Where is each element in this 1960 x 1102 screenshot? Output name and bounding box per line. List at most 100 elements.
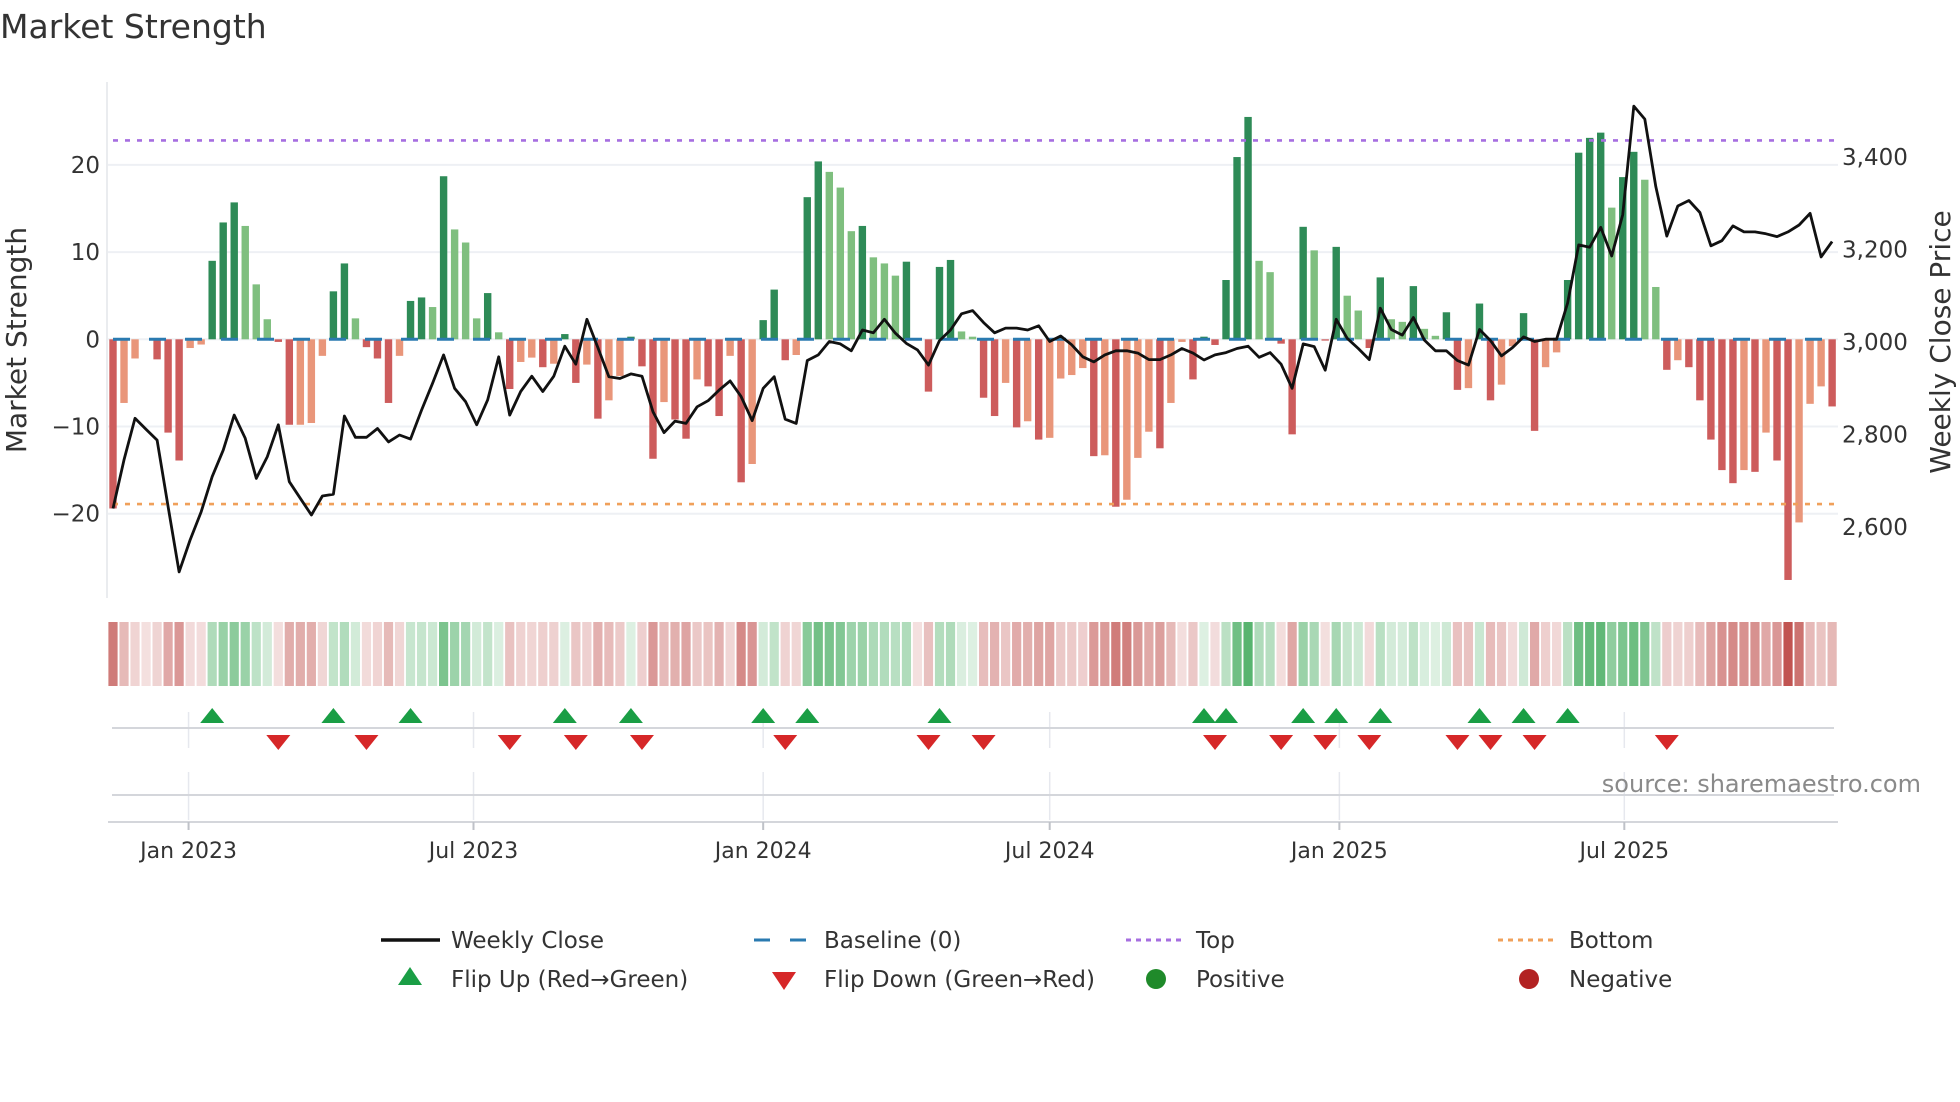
strip-cell xyxy=(1772,622,1782,686)
legend-item-flip-down[interactable]: Flip Down (Green→Red) xyxy=(772,967,1095,993)
legend-item-weekly-close[interactable]: Weekly Close xyxy=(381,928,604,954)
strength-bar xyxy=(935,266,944,340)
right-axis-title: Weekly Close Price xyxy=(1924,210,1957,473)
strip-cell xyxy=(769,622,779,686)
strip-cell xyxy=(802,622,812,686)
legend-label: Negative xyxy=(1569,967,1672,993)
strength-bar xyxy=(351,318,360,340)
strength-bar xyxy=(737,339,745,483)
strip-cell xyxy=(1023,622,1033,686)
strip-cell xyxy=(1287,622,1297,686)
strip-cell xyxy=(273,622,283,686)
strip-cell xyxy=(1188,622,1198,686)
strip-cell xyxy=(339,622,350,686)
strip-cell xyxy=(1728,622,1738,686)
triangle-up-icon xyxy=(398,967,422,985)
strength-bar xyxy=(957,331,966,340)
strength-bar xyxy=(109,339,117,509)
strength-bar xyxy=(1134,339,1142,458)
flip-up-marker xyxy=(1368,708,1393,723)
legend-item-top[interactable]: Top xyxy=(1126,928,1235,954)
legend-label: Baseline (0) xyxy=(824,928,961,954)
strength-bar xyxy=(792,339,800,355)
strength-bar xyxy=(583,339,591,365)
strength-bar xyxy=(1266,272,1274,340)
strip-cell xyxy=(141,622,151,686)
strip-cell xyxy=(725,622,735,686)
strip-cell xyxy=(240,622,250,686)
flip-down-marker xyxy=(1357,735,1382,750)
legend-item-baseline[interactable]: Baseline (0) xyxy=(754,928,961,954)
strip-cell xyxy=(758,622,768,686)
strip-cell xyxy=(626,622,636,686)
strip-cell xyxy=(1232,622,1242,686)
strip-cell xyxy=(130,622,140,686)
strength-bar xyxy=(395,339,404,356)
strip-cell xyxy=(604,622,614,686)
strength-bars xyxy=(109,116,1836,580)
strength-bar xyxy=(1795,339,1803,523)
strip-cell xyxy=(1541,622,1551,686)
strip-cell xyxy=(450,622,460,686)
y2-tick-label: 3,200 xyxy=(1842,238,1908,264)
strength-bar xyxy=(439,176,448,340)
strength-bar xyxy=(847,231,856,340)
strength-bar xyxy=(1310,250,1318,340)
strength-bar xyxy=(1652,286,1660,340)
strip-cell xyxy=(1342,622,1352,686)
strip-cell xyxy=(1298,622,1308,686)
strip-cell xyxy=(1717,622,1727,686)
strength-bar xyxy=(131,339,139,359)
strength-bar xyxy=(550,339,558,364)
strip-cell xyxy=(1574,622,1584,686)
strip-cell xyxy=(1012,622,1022,686)
strength-bar xyxy=(1034,339,1043,440)
strip-cell xyxy=(152,622,162,686)
strip-cell xyxy=(1485,622,1496,686)
flip-up-marker xyxy=(795,708,820,723)
strip-cell xyxy=(1056,622,1066,686)
strength-bar xyxy=(1090,339,1098,457)
y-tick-label: −10 xyxy=(51,415,100,441)
strip-cell xyxy=(1155,622,1165,686)
strength-bar xyxy=(241,225,249,340)
strip-cell xyxy=(692,622,702,686)
strip-cell xyxy=(394,622,405,686)
strength-bar xyxy=(704,339,712,387)
strip-cell xyxy=(1629,622,1639,686)
strength-bar xyxy=(1685,339,1693,368)
strength-bar xyxy=(880,263,889,340)
strip-cell xyxy=(1596,622,1606,686)
strip-cell xyxy=(912,622,923,686)
strength-bar xyxy=(252,284,260,340)
strength-bar xyxy=(1057,339,1065,379)
y2-tick-label: 2,800 xyxy=(1842,423,1908,449)
strength-bar xyxy=(483,293,492,340)
strip-cell xyxy=(560,622,570,686)
strength-bar xyxy=(1729,339,1737,484)
legend-label: Weekly Close xyxy=(451,928,604,954)
strip-cell xyxy=(813,622,823,686)
strip-cell xyxy=(637,622,647,686)
strip-cell xyxy=(1441,622,1452,686)
strip-cell xyxy=(361,622,372,686)
strip-cell xyxy=(108,622,118,686)
strength-bar xyxy=(1696,339,1704,401)
strength-bar xyxy=(1674,339,1682,361)
strength-bar xyxy=(1023,339,1032,422)
legend-item-flip-up[interactable]: Flip Up (Red→Green) xyxy=(398,967,688,993)
flip-down-marker xyxy=(773,735,798,750)
strip-cell xyxy=(1320,622,1330,686)
strip-cell xyxy=(196,622,206,686)
legend-item-positive[interactable]: Positive xyxy=(1146,967,1285,993)
legend-label: Bottom xyxy=(1569,928,1653,954)
legend-item-bottom[interactable]: Bottom xyxy=(1498,928,1653,954)
strength-bar xyxy=(803,197,811,340)
flip-up-marker xyxy=(1214,708,1239,723)
legend-item-negative[interactable]: Negative xyxy=(1519,967,1672,993)
strip-cell xyxy=(1210,622,1220,686)
strength-bar xyxy=(1001,339,1010,383)
strip-cell xyxy=(1706,622,1716,686)
strip-cell xyxy=(1254,622,1264,686)
strength-bar xyxy=(1519,313,1528,340)
